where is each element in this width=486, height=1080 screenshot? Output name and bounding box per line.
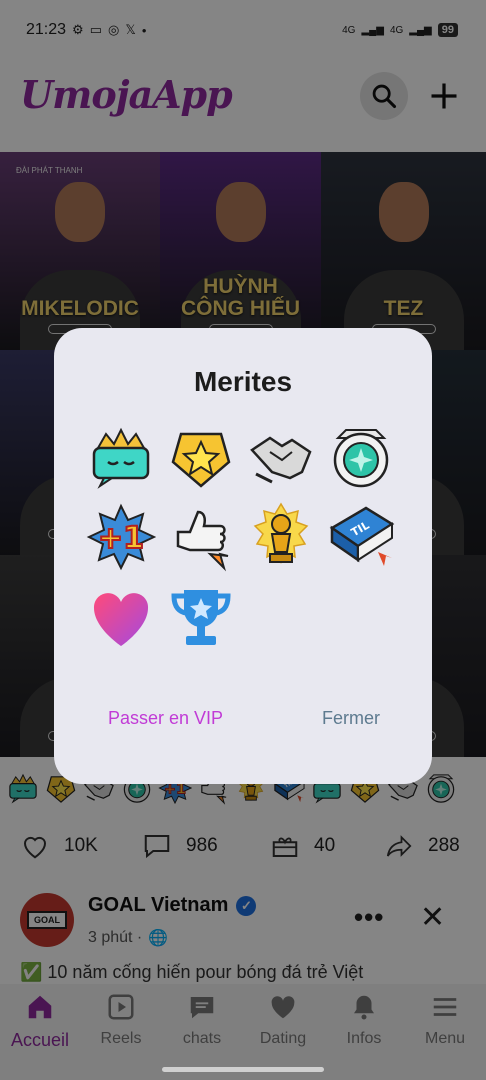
gold-trophy-figure-icon[interactable] xyxy=(246,502,316,572)
dialog-title: Merites xyxy=(193,366,293,397)
compass-gem-icon[interactable] xyxy=(326,422,396,492)
rocket-thumb-icon[interactable] xyxy=(166,502,236,572)
handshake-icon[interactable] xyxy=(246,422,316,492)
heart-icon[interactable] xyxy=(86,582,156,652)
star-badge-icon[interactable] xyxy=(166,422,236,492)
vip-button[interactable]: Passer en VIP xyxy=(108,708,223,729)
svg-text:+1: +1 xyxy=(98,521,144,556)
book-til-icon[interactable]: TIL xyxy=(326,502,396,572)
plus-one-icon[interactable]: +1 xyxy=(86,502,157,572)
blue-cup-icon[interactable] xyxy=(166,582,236,652)
merites-dialog: Merites +1 TIL Passer en VIP Fermer xyxy=(54,328,432,784)
crown-chat-icon[interactable] xyxy=(86,422,156,492)
close-button[interactable]: Fermer xyxy=(322,708,380,729)
home-indicator xyxy=(162,1067,324,1072)
